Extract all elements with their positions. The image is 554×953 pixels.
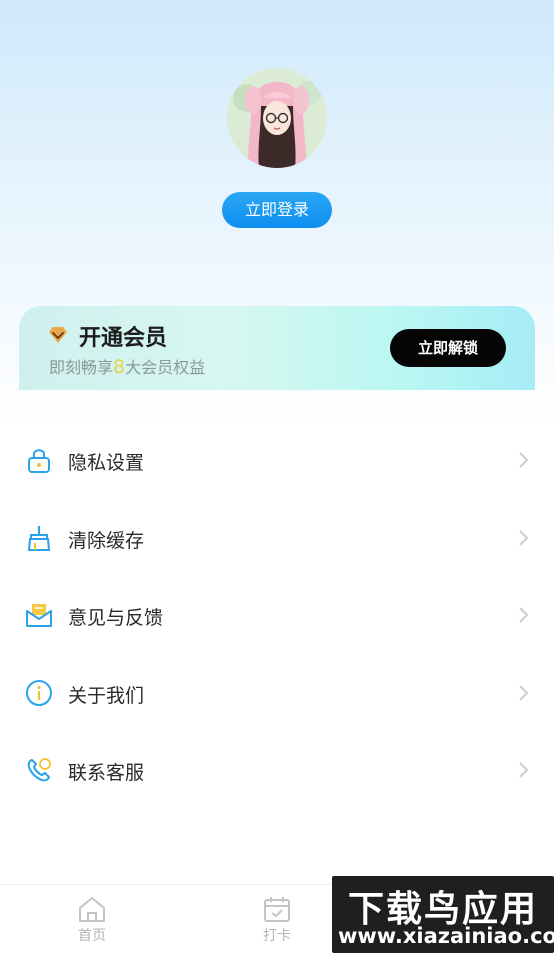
menu-item-label: 意见与反馈 [68,607,164,629]
phone-icon [27,758,51,782]
menu-item-about[interactable]: 关于我们 [0,654,554,732]
tab-label: 打卡 [263,928,291,944]
chevron-right-icon [519,529,529,546]
vip-banner[interactable]: 开通会员 即刻畅享8大会员权益 立即解锁 [19,306,535,390]
chevron-right-icon [519,607,529,623]
tab-label: 首页 [78,928,106,944]
menu-item-label: 隐私设置 [68,452,145,474]
broom-icon [27,525,51,551]
vip-subtitle: 即刻畅享8大会员权益 [49,354,205,378]
chevron-right-icon [519,452,529,468]
envelope-icon [26,604,52,627]
vip-subtitle-prefix: 即刻畅享 [49,358,114,377]
unlock-button[interactable]: 立即解锁 [390,329,506,367]
tab-checkin[interactable]: 打卡 [247,895,307,945]
info-icon [26,679,52,706]
menu-item-customer-service[interactable]: 联系客服 [0,731,554,809]
avatar[interactable] [227,68,327,168]
vip-subtitle-suffix: 大会员权益 [125,358,206,377]
home-icon [79,897,105,922]
login-button[interactable]: 立即登录 [222,192,332,228]
menu-item-feedback[interactable]: 意见与反馈 [0,576,554,654]
menu-item-clear-cache[interactable]: 清除缓存 [0,499,554,577]
menu-item-label: 关于我们 [68,684,145,707]
tab-home[interactable]: 首页 [62,895,122,945]
lock-icon [28,449,50,473]
chevron-right-icon [519,684,529,701]
watermark-logo: 下载鸟应用 www.xiazainiao.com [332,876,554,953]
calendar-check-icon [264,897,290,922]
menu-item-label: 联系客服 [68,762,145,784]
settings-menu: 隐私设置 清除缓存 意见与反馈 关于我们 联系客服 [0,421,554,809]
menu-item-label: 清除缓存 [68,529,145,552]
watermark-url: www.xiazainiao.com [338,924,554,948]
chevron-right-icon [519,762,529,778]
vip-title: 开通会员 [79,326,168,351]
vip-benefit-count: 8 [113,356,126,378]
diamond-icon [49,327,67,343]
menu-item-privacy[interactable]: 隐私设置 [0,421,554,499]
